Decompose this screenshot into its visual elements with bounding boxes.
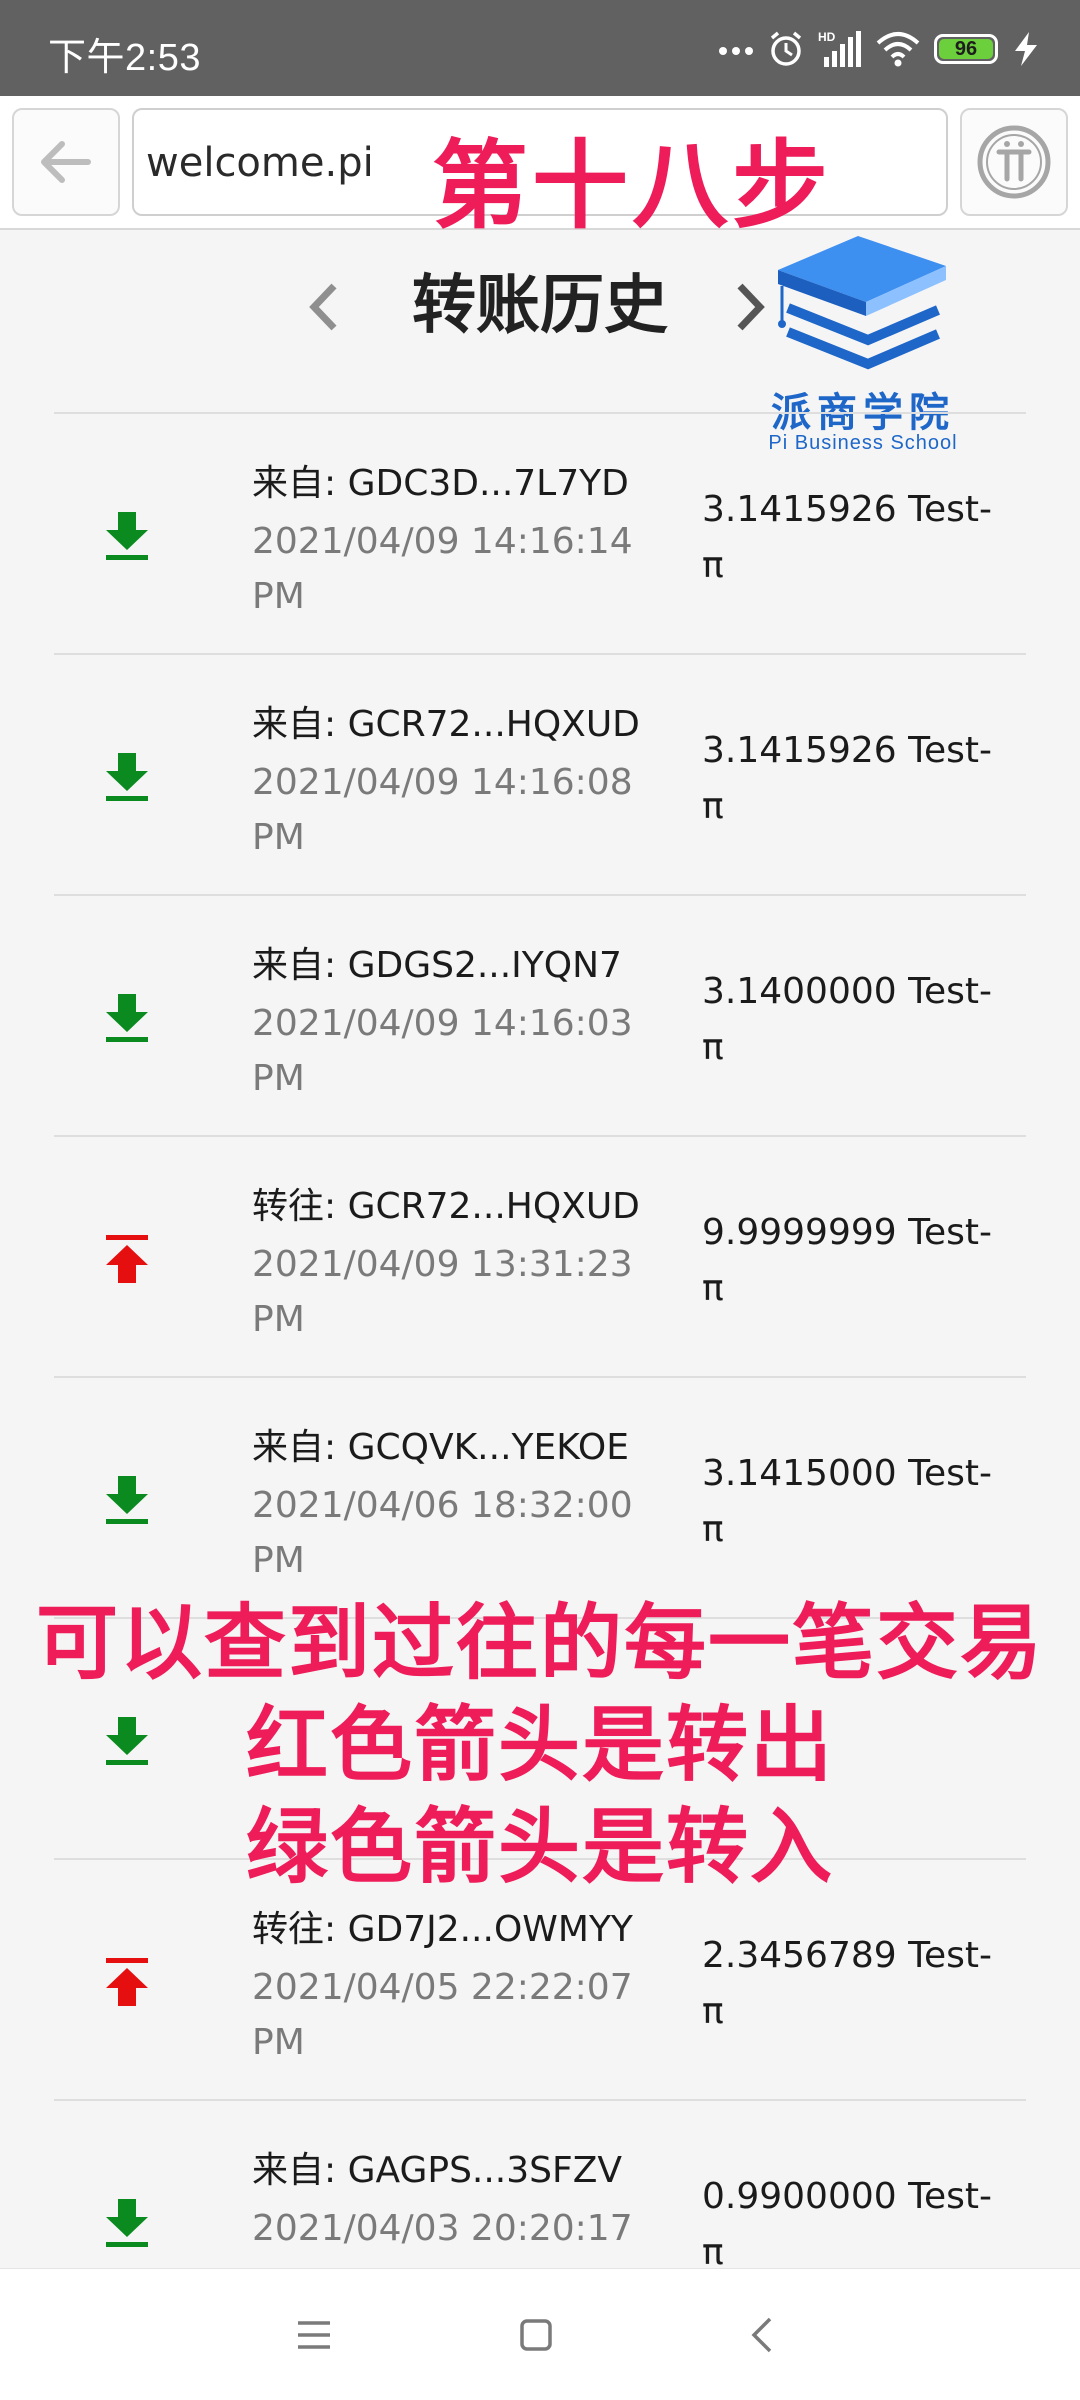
system-nav-bar	[0, 2268, 1080, 2400]
url-text: welcome.pi	[146, 140, 374, 186]
transaction-counterparty: 来自: GDGS2...IYQN7	[252, 945, 622, 986]
transaction-row[interactable]: 来自: GDC3D...7L7YD 2021/04/09 14:16:14 PM…	[54, 412, 1026, 653]
alarm-icon	[770, 31, 802, 66]
download-arrow-icon	[106, 994, 148, 1042]
transaction-amount: 2.3456789 Test-π	[702, 1935, 993, 2032]
download-arrow-icon	[106, 512, 148, 560]
transaction-amount: 0.9900000 Test-π	[702, 2176, 993, 2273]
transaction-amount: 3.1400000 Test-π	[702, 971, 993, 1068]
annotation-line: 绿色箭头是转入	[246, 1800, 835, 1895]
svg-text:HD: HD	[818, 30, 836, 44]
transaction-counterparty: 来自: GAGPS...3SFZV	[252, 2150, 623, 2191]
transaction-amount: 9.9999999 Test-π	[702, 1212, 993, 1309]
transaction-counterparty: 转往: GCR72...HQXUD	[252, 1186, 640, 1227]
wifi-icon	[876, 32, 920, 67]
transaction-amount: 3.1415000 Test-π	[702, 1453, 993, 1550]
download-arrow-icon	[106, 1476, 148, 1524]
transaction-date: 2021/04/09 14:16:14 PM	[252, 521, 633, 617]
status-icons: HD 96	[718, 26, 1040, 72]
browser-back-button[interactable]	[12, 108, 120, 216]
upload-arrow-icon	[106, 1235, 148, 1283]
annotation-overlay: 可以查到过往的每一笔交易 红色箭头是转出 绿色箭头是转入	[0, 1576, 1080, 1895]
transaction-row[interactable]: 来自: GDGS2...IYQN7 2021/04/09 14:16:03 PM…	[54, 894, 1026, 1135]
menu-icon[interactable]	[290, 2311, 338, 2359]
transaction-date: 2021/04/05 22:22:07 PM	[252, 1967, 633, 2063]
transaction-date: 2021/04/09 14:16:08 PM	[252, 762, 633, 858]
back-arrow-icon	[41, 141, 91, 183]
charging-icon	[1015, 32, 1037, 66]
download-arrow-icon	[106, 2199, 148, 2247]
status-bar: 下午2:53 HD 96	[0, 0, 1080, 96]
step-label-overlay: 第十八步	[432, 130, 832, 242]
transaction-counterparty: 来自: GCR72...HQXUD	[252, 704, 640, 745]
transaction-list: 来自: GDC3D...7L7YD 2021/04/09 14:16:14 PM…	[54, 412, 1026, 2340]
download-arrow-icon	[106, 753, 148, 801]
transaction-row[interactable]: 来自: GCR72...HQXUD 2021/04/09 14:16:08 PM…	[54, 653, 1026, 894]
pi-browser-button[interactable]	[960, 108, 1068, 216]
transaction-counterparty: 来自: GCQVK...YEKOE	[252, 1427, 629, 1468]
status-time: 下午2:53	[48, 37, 201, 79]
transaction-date: 2021/04/09 14:16:03 PM	[252, 1003, 633, 1099]
transaction-counterparty: 来自: GDC3D...7L7YD	[252, 463, 629, 504]
transaction-date: 2021/04/09 13:31:23 PM	[252, 1244, 633, 1340]
battery-icon: 96	[934, 34, 998, 64]
battery-level: 96	[954, 37, 978, 60]
transaction-amount: 3.1415926 Test-π	[702, 730, 993, 827]
back-icon[interactable]	[740, 2311, 788, 2359]
more-dots-icon	[719, 47, 753, 55]
transaction-counterparty: 转往: GD7J2...OWMYY	[252, 1909, 633, 1950]
upload-arrow-icon	[106, 1958, 148, 2006]
pi-logo-icon	[977, 125, 1051, 199]
transaction-date: 2021/04/06 18:32:00 PM	[252, 1485, 633, 1581]
transaction-row[interactable]: 转往: GCR72...HQXUD 2021/04/09 13:31:23 PM…	[54, 1135, 1026, 1376]
home-icon[interactable]	[512, 2311, 560, 2359]
transaction-amount: 3.1415926 Test-π	[702, 489, 993, 586]
hd-signal-icon: HD	[818, 30, 861, 67]
